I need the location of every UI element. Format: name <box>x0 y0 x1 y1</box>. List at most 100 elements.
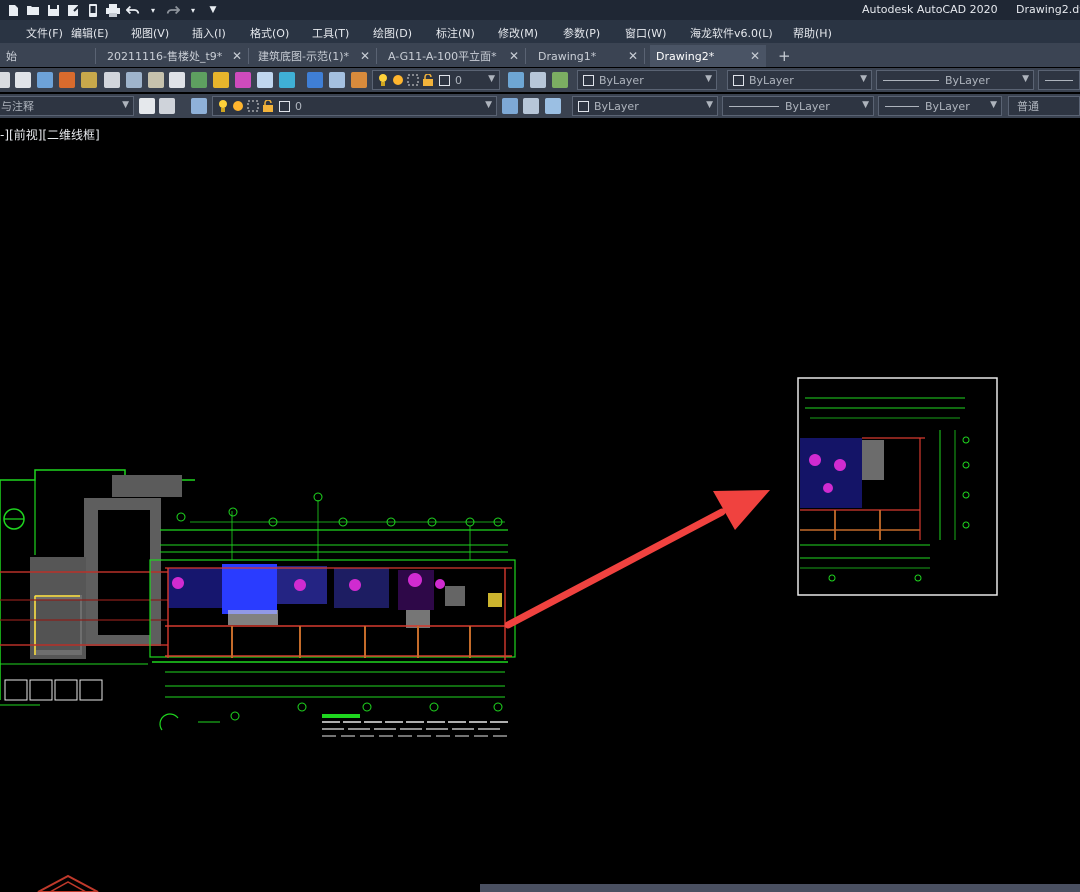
layer-combo[interactable]: 0 ▼ <box>372 70 500 90</box>
tab-label: 20211116-售楼处_t9* <box>107 50 223 63</box>
save-as-icon[interactable] <box>66 3 80 17</box>
linetype-combo[interactable]: ByLayer ▼ <box>727 70 872 90</box>
zoom-icon[interactable] <box>279 72 295 88</box>
pan-icon[interactable] <box>257 72 273 88</box>
undo-icon[interactable] <box>126 3 140 17</box>
block-editor-icon[interactable] <box>191 72 207 88</box>
chevron-down-icon: ▼ <box>705 74 712 84</box>
layer-color-swatch <box>279 100 290 112</box>
paste-icon[interactable] <box>148 72 164 88</box>
standard-toolbar: 0 ▼ ByLayer ▼ ByLayer ▼ ByLayer ▼ <box>0 68 1080 92</box>
menu-insert[interactable]: 插入(I) <box>192 25 226 41</box>
menu-parametric[interactable]: 参数(P) <box>563 25 600 41</box>
tab-file[interactable]: Drawing1* ✕ <box>532 45 645 67</box>
layer-value: 0 <box>295 99 302 113</box>
open-folder-icon[interactable] <box>26 3 40 17</box>
menu-help[interactable]: 帮助(H) <box>793 25 832 41</box>
cut-icon[interactable] <box>104 72 120 88</box>
menu-dimension[interactable]: 标注(N) <box>436 25 475 41</box>
layer-color-swatch <box>439 74 450 86</box>
preview-icon[interactable] <box>37 72 53 88</box>
match-properties-icon[interactable] <box>169 72 185 88</box>
chevron-down-icon: ▼ <box>488 74 495 84</box>
chevron-down-icon: ▼ <box>485 100 492 110</box>
color-swatch <box>733 74 744 86</box>
lineweight-value: ByLayer <box>945 73 990 87</box>
workspace-combo[interactable]: 与注释 ▼ <box>0 96 134 116</box>
lineweight-combo-2[interactable]: ByLayer ▼ <box>878 96 1002 116</box>
color-combo-2[interactable]: ByLayer ▼ <box>572 96 718 116</box>
lineweight-value: ByLayer <box>925 99 970 113</box>
redo-tool-icon[interactable] <box>235 72 251 88</box>
tab-file[interactable]: 建筑底图-示范(1)* ✕ <box>252 45 377 67</box>
3d-print-icon[interactable] <box>81 72 97 88</box>
menu-view[interactable]: 视图(V) <box>131 25 169 41</box>
print-icon[interactable] <box>106 3 120 17</box>
file-tab-bar: 始 20211116-售楼处_t9* ✕ 建筑底图-示范(1)* ✕ A-G11… <box>0 43 1080 67</box>
menu-tools[interactable]: 工具(T) <box>312 25 349 41</box>
phone-icon[interactable] <box>86 3 100 17</box>
menu-draw[interactable]: 绘图(D) <box>373 25 412 41</box>
workspace-settings-icon[interactable] <box>159 98 175 114</box>
tab-label: Drawing2* <box>656 49 715 63</box>
customize-dropdown-icon[interactable]: ▼ <box>206 3 220 17</box>
layer-properties-icon[interactable] <box>508 72 524 88</box>
make-current-icon[interactable] <box>523 98 539 114</box>
close-icon[interactable]: ✕ <box>750 49 760 63</box>
menu-file[interactable]: 文件(F) <box>26 25 63 41</box>
menu-window[interactable]: 窗口(W) <box>625 25 666 41</box>
new-file-icon[interactable] <box>6 3 20 17</box>
autocad-window: ▾ ▾ ▼ Autodesk AutoCAD 2020 Drawing2.dw … <box>0 0 1080 892</box>
gear-icon[interactable] <box>139 98 155 114</box>
floor-plan-drawing <box>0 469 516 737</box>
menu-format[interactable]: 格式(O) <box>250 25 289 41</box>
tool-palette-icon[interactable] <box>351 72 367 88</box>
make-current-icon[interactable] <box>530 72 546 88</box>
design-center-icon[interactable] <box>329 72 345 88</box>
layer-manager-icon[interactable] <box>191 98 207 114</box>
layer-combo-2[interactable]: 0 ▼ <box>212 96 497 116</box>
tab-file-active[interactable]: Drawing2* ✕ <box>650 45 766 67</box>
plot-style-value: 普通 <box>1017 100 1039 113</box>
tab-label: Drawing1* <box>538 49 597 63</box>
plot-style-combo[interactable] <box>1038 70 1080 90</box>
plot-style-combo-2[interactable]: 普通 <box>1008 96 1080 116</box>
chevron-down-icon: ▼ <box>122 100 129 110</box>
menu-hailong[interactable]: 海龙软件v6.0(L) <box>690 25 773 41</box>
quick-access-toolbar: ▾ ▾ ▼ <box>0 3 220 17</box>
menu-modify[interactable]: 修改(M) <box>498 25 538 41</box>
chevron-down-icon: ▼ <box>860 74 867 84</box>
qnew-icon[interactable] <box>0 72 10 88</box>
save-icon[interactable] <box>46 3 60 17</box>
properties-icon[interactable] <box>307 72 323 88</box>
linetype-combo-2[interactable]: ByLayer ▼ <box>722 96 874 116</box>
command-line[interactable] <box>480 884 1080 892</box>
close-icon[interactable]: ✕ <box>360 49 370 63</box>
close-icon[interactable]: ✕ <box>232 49 242 63</box>
chevron-down-icon: ▼ <box>990 100 997 110</box>
tab-start[interactable]: 始 <box>0 45 96 67</box>
layer-previous-icon[interactable] <box>552 72 568 88</box>
undo-tool-icon[interactable] <box>213 72 229 88</box>
layer-properties-icon[interactable] <box>502 98 518 114</box>
workspace-value: 与注释 <box>1 100 34 113</box>
new-tab-button[interactable]: + <box>772 45 796 67</box>
publish-icon[interactable] <box>59 72 75 88</box>
tab-file[interactable]: A-G11-A-100平立面* ✕ <box>382 45 526 67</box>
ucs-icon <box>37 874 99 892</box>
dropdown-icon[interactable]: ▾ <box>186 3 200 17</box>
lineweight-combo[interactable]: ByLayer ▼ <box>876 70 1034 90</box>
copy-icon[interactable] <box>126 72 142 88</box>
print-icon[interactable] <box>15 72 31 88</box>
color-swatch <box>583 74 594 86</box>
close-icon[interactable]: ✕ <box>628 49 638 63</box>
redo-icon[interactable] <box>166 3 180 17</box>
close-icon[interactable]: ✕ <box>509 49 519 63</box>
tab-file[interactable]: 20211116-售楼处_t9* ✕ <box>101 45 249 67</box>
menu-bar: 文件(F) 编辑(E) 视图(V) 插入(I) 格式(O) 工具(T) 绘图(D… <box>0 20 1080 43</box>
color-value: ByLayer <box>594 99 639 113</box>
menu-edit[interactable]: 编辑(E) <box>71 25 109 41</box>
dropdown-icon[interactable]: ▾ <box>146 3 160 17</box>
layer-previous-icon[interactable] <box>545 98 561 114</box>
color-combo[interactable]: ByLayer ▼ <box>577 70 717 90</box>
